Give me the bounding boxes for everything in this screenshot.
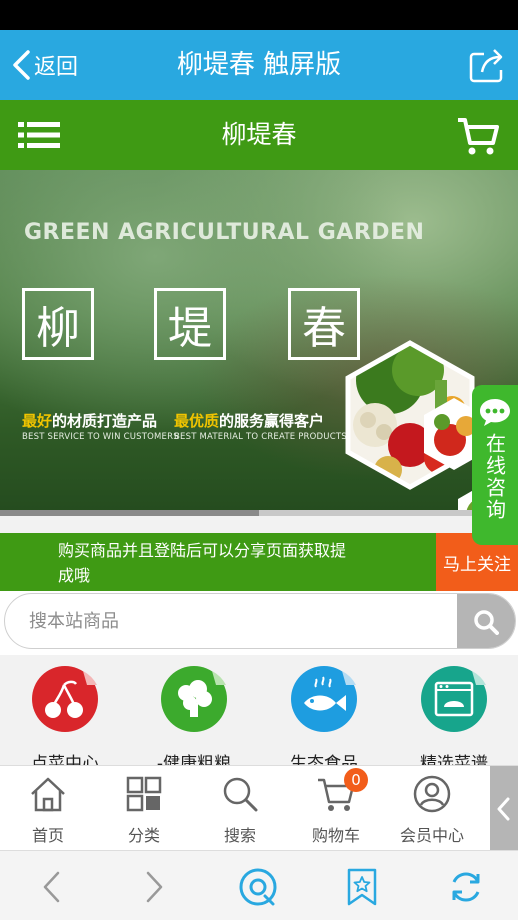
consult-label: 在线咨询 [482, 433, 507, 521]
nav-member-center[interactable]: 会员中心 [384, 774, 480, 846]
status-bar [0, 0, 518, 30]
online-consult-tab[interactable]: 在线咨询 [472, 385, 518, 545]
home-icon [31, 777, 65, 812]
search-icon [223, 777, 258, 812]
user-icon [413, 775, 451, 813]
banner-progress [0, 510, 518, 516]
nav-label: 搜索 [223, 826, 256, 845]
category-grid: 点菜中心 -健康粗粮 生态食品 精选菜谱 [0, 655, 518, 770]
chevron-left-icon [43, 871, 60, 903]
cart-icon[interactable] [456, 116, 500, 156]
banner-char-box: 堤 [154, 288, 226, 360]
nav-category[interactable]: 分类 [96, 774, 192, 846]
chat-bubble-icon [480, 399, 510, 426]
slogan-highlight: 最优质 [174, 412, 220, 430]
banner-english-right: BEST MATERIAL TO CREATE PRODUCTS [174, 432, 347, 442]
search-box [4, 593, 516, 649]
category-item[interactable]: 生态食品 [274, 665, 374, 770]
chevron-left-icon [497, 797, 510, 820]
nav-label: 购物车 [311, 826, 360, 845]
search-button[interactable] [457, 594, 515, 648]
browser-forward-button[interactable] [132, 865, 176, 909]
bottom-nav: 首页 分类 搜索 0 购物车 会员中心 [0, 765, 518, 851]
banner-headline: GREEN AGRICULTURAL GARDEN [24, 220, 425, 245]
category-item[interactable]: 精选菜谱 [404, 665, 504, 770]
slogan-text: 的服务赢得客户 [219, 412, 325, 430]
refresh-icon [452, 872, 480, 902]
promo-banner[interactable]: GREEN AGRICULTURAL GARDEN 柳 堤 春 最好的材质打造产… [0, 170, 518, 516]
search-area [0, 591, 518, 655]
page-title: 柳堤春 触屏版 [176, 50, 342, 80]
banner-progress-fill [0, 510, 259, 516]
grid-icon [126, 776, 162, 812]
chevron-right-icon [146, 871, 163, 903]
banner-char: 柳 [36, 303, 80, 354]
bookmark-star-icon [347, 868, 377, 906]
banner-char: 堤 [168, 303, 212, 354]
browser-toolbar [0, 850, 518, 920]
nav-label: 分类 [127, 826, 160, 845]
site-title: 柳堤春 [221, 120, 297, 149]
search-icon [474, 610, 499, 635]
banner-char-box: 柳 [22, 288, 94, 360]
nav-label: 会员中心 [399, 826, 464, 845]
nav-label: 首页 [31, 826, 64, 845]
broccoli-icon [161, 666, 227, 732]
nav-search[interactable]: 搜索 [192, 774, 288, 846]
cart-count-badge: 0 [344, 768, 368, 792]
share-icon[interactable] [468, 46, 506, 84]
share-notice: 购买商品并且登陆后可以分享页面获取提成哦 马上关注 [0, 533, 518, 591]
browser-logo-icon [239, 868, 277, 906]
banner-english-left: BEST SERVICE TO WIN CUSTOMERS [22, 432, 179, 442]
browser-back-button[interactable] [30, 865, 74, 909]
cherry-icon [32, 666, 98, 732]
nav-cart[interactable]: 0 购物车 [288, 768, 384, 846]
browser-header: 返回 柳堤春 触屏版 [0, 30, 518, 100]
browser-home-button[interactable] [236, 865, 280, 909]
bookmark-button[interactable] [340, 865, 384, 909]
search-input[interactable] [29, 594, 449, 648]
slogan-text: 的材质打造产品 [52, 412, 158, 430]
banner-slogan-right: 最优质的服务赢得客户 [174, 410, 324, 431]
nav-collapse-button[interactable] [490, 766, 518, 851]
fish-icon [291, 666, 357, 732]
category-item[interactable]: -健康粗粮 [144, 665, 244, 770]
site-header: 柳堤春 [0, 100, 518, 170]
refresh-button[interactable] [444, 865, 488, 909]
slogan-highlight: 最好 [22, 412, 53, 430]
share-notice-text: 购买商品并且登陆后可以分享页面获取提成哦 [58, 541, 347, 585]
category-item[interactable]: 点菜中心 [15, 665, 115, 770]
oven-icon [421, 666, 487, 732]
nav-home[interactable]: 首页 [0, 774, 96, 846]
banner-slogan-left: 最好的材质打造产品 [22, 410, 157, 431]
